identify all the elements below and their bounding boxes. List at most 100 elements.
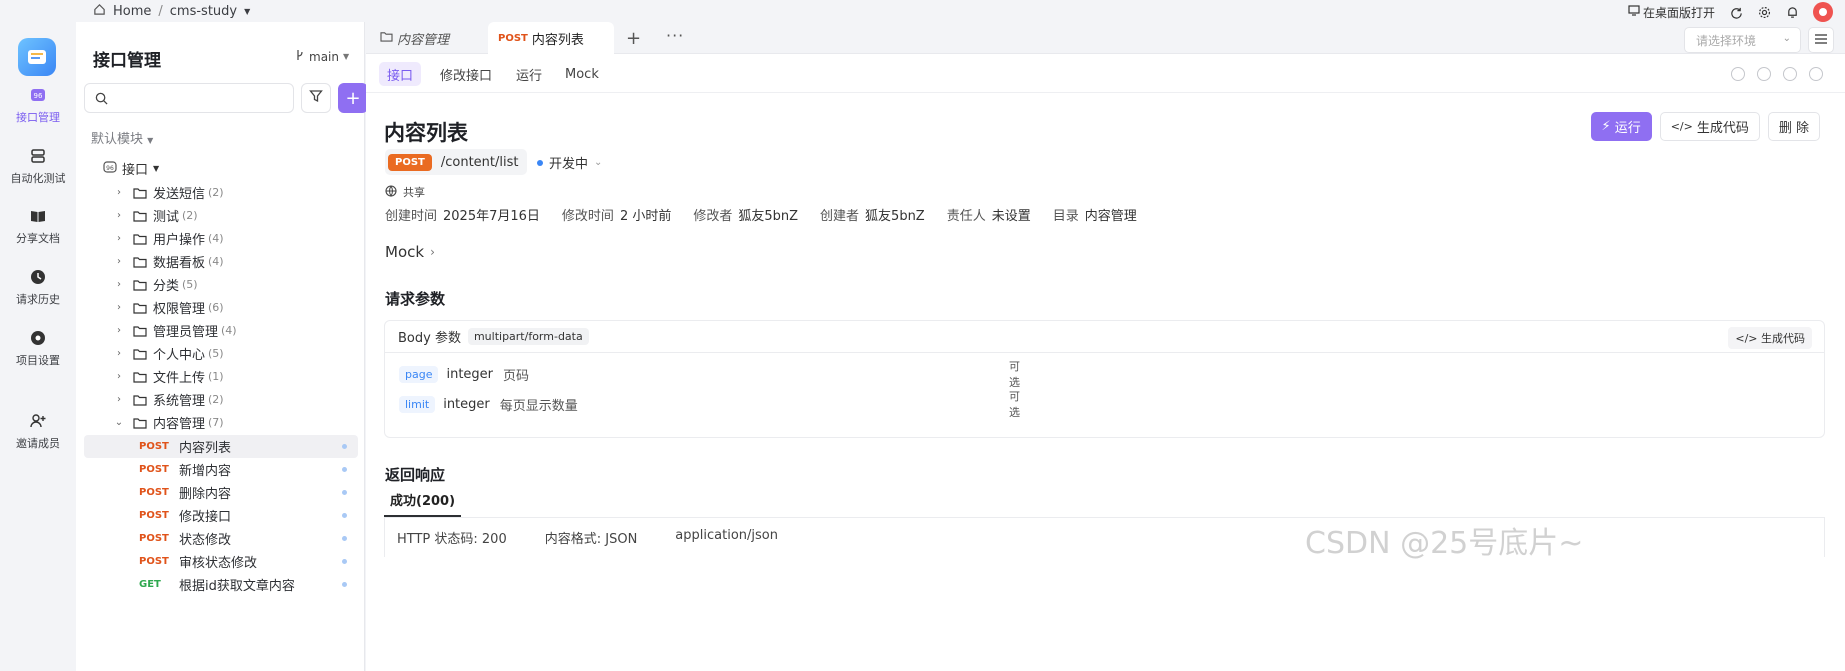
status-label: 开发中 <box>549 157 589 172</box>
new-tab-button[interactable]: + <box>626 28 641 49</box>
chevron-right-icon[interactable]: › <box>113 302 125 313</box>
param-row: limit integer 每页显示数量 可选 <box>399 390 1020 419</box>
folder-item[interactable]: › 测试 (2) <box>76 204 365 227</box>
meta-modified: 修改时间 2 小时前 <box>561 209 672 224</box>
app-logo[interactable] <box>18 38 56 76</box>
api-title: 内容列表 <box>384 121 468 145</box>
folder-item[interactable]: › 用户操作 (4) <box>76 227 365 250</box>
rail-item-history[interactable]: 请求历史 <box>0 268 76 307</box>
chevron-right-icon[interactable]: › <box>113 371 125 382</box>
api-item[interactable]: POST 状态修改 <box>84 527 358 550</box>
status-selector[interactable]: 开发中 ⌄ <box>537 153 602 172</box>
chevron-down-icon[interactable]: ⌄ <box>113 417 125 428</box>
folder-item[interactable]: › 分类 (5) <box>76 273 365 296</box>
chevron-right-icon[interactable]: › <box>113 394 125 405</box>
api-icon: 96 <box>103 160 117 178</box>
subtab-api[interactable]: 接口 <box>379 62 422 86</box>
api-item-selected[interactable]: POST 内容列表 <box>84 435 358 458</box>
tab-folder[interactable]: 内容管理 <box>378 22 472 54</box>
api-name: 删除内容 <box>179 487 232 502</box>
api-item[interactable]: POST 新增内容 <box>84 458 358 481</box>
folder-name: 用户操作 <box>153 233 206 248</box>
status-dot <box>537 159 543 166</box>
more-icon[interactable]: ··· <box>666 26 684 45</box>
breadcrumb-home[interactable]: Home <box>113 4 151 19</box>
open-desktop-link[interactable]: 在桌面版打开 <box>1628 4 1715 21</box>
share-icon[interactable] <box>1757 67 1771 81</box>
filter-button[interactable] <box>301 83 331 113</box>
rail-item-invite-members[interactable]: 邀请成员 <box>0 412 76 451</box>
chevron-right-icon[interactable]: › <box>113 279 125 290</box>
api-item[interactable]: GET 根据id获取文章内容 <box>84 573 358 596</box>
environment-select[interactable]: 请选择环境 ⌄ <box>1684 27 1801 53</box>
meta-owner: 责任人 未设置 <box>946 209 1031 224</box>
menu-button[interactable] <box>1808 27 1834 53</box>
request-params-title: 请求参数 <box>385 290 446 308</box>
folder-item[interactable]: › 发送短信 (2) <box>76 181 365 204</box>
api-item[interactable]: POST 删除内容 <box>84 481 358 504</box>
tab-active-api[interactable]: POST 内容列表 <box>488 22 614 54</box>
params-generate-code-button[interactable]: </> 生成代码 <box>1728 327 1812 349</box>
chevron-right-icon[interactable]: › <box>113 256 125 267</box>
chevron-right-icon[interactable]: › <box>113 233 125 244</box>
chevron-right-icon[interactable]: › <box>113 348 125 359</box>
chevron-right-icon[interactable]: › <box>113 325 125 336</box>
rail-item-automation[interactable]: 自动化测试 <box>0 147 76 186</box>
tree-root-api[interactable]: 96 接口 ▼ <box>103 159 159 178</box>
rail-label: 请求历史 <box>16 293 60 306</box>
top-bar: Home / cms-study ▼ 在桌面版打开 <box>0 0 1845 22</box>
home-icon[interactable] <box>93 3 106 20</box>
mock-section-toggle[interactable]: Mock › <box>385 243 435 261</box>
add-button[interactable]: + <box>338 83 368 113</box>
chevron-right-icon[interactable]: › <box>113 210 125 221</box>
rail-item-share-docs[interactable]: 分享文档 <box>0 207 76 246</box>
branch-selector[interactable]: main ▼ <box>295 49 349 64</box>
module-selector[interactable]: 默认模块 ▼ <box>91 128 153 147</box>
api-name: 审核状态修改 <box>179 556 258 571</box>
chevron-right-icon[interactable]: › <box>113 187 125 198</box>
breadcrumb-project[interactable]: cms-study <box>170 4 237 19</box>
link-icon[interactable] <box>1783 67 1797 81</box>
api-item[interactable]: POST 审核状态修改 <box>84 550 358 573</box>
svg-text:96: 96 <box>106 165 114 172</box>
folder-count: (7) <box>208 416 224 429</box>
refresh-icon[interactable] <box>1729 5 1743 19</box>
settings-icon[interactable] <box>1809 67 1823 81</box>
response-tab-200[interactable]: 成功(200) <box>384 483 462 517</box>
folder-icon <box>133 187 147 199</box>
folder-item[interactable]: › 权限管理 (6) <box>76 296 365 319</box>
rail-item-api-management[interactable]: 96 接口管理 <box>0 86 76 125</box>
run-button[interactable]: ⚡ 运行 <box>1590 112 1652 141</box>
folder-item[interactable]: › 系统管理 (2) <box>76 388 365 411</box>
open-desktop-label: 在桌面版打开 <box>1642 5 1715 20</box>
rail-item-project-settings[interactable]: 项目设置 <box>0 329 76 368</box>
param-row: page integer 页码 可选 <box>399 360 1020 389</box>
lightning-icon: ⚡ <box>1601 119 1611 134</box>
history-icon[interactable] <box>1731 67 1745 81</box>
api-item[interactable]: POST 修改接口 <box>84 504 358 527</box>
status-dot <box>342 444 347 449</box>
chevron-down-icon: ⌄ <box>594 157 603 168</box>
gear-icon[interactable] <box>1757 5 1771 19</box>
share-toggle[interactable]: 共享 <box>385 184 425 200</box>
folder-item-expanded[interactable]: ⌄ 内容管理 (7) <box>76 411 365 434</box>
folder-icon <box>380 31 393 46</box>
response-format: 内容格式: JSON <box>544 532 638 547</box>
folder-item[interactable]: › 文件上传 (1) <box>76 365 365 388</box>
avatar[interactable] <box>1813 2 1833 22</box>
generate-code-button[interactable]: </> 生成代码 <box>1659 112 1760 141</box>
bell-icon[interactable] <box>1785 5 1799 19</box>
delete-button[interactable]: 删 除 <box>1767 112 1820 141</box>
branch-icon <box>295 49 305 64</box>
subtab-run[interactable]: 运行 <box>508 62 550 86</box>
folder-item[interactable]: › 个人中心 (5) <box>76 342 365 365</box>
sidebar-search-input[interactable] <box>84 83 294 113</box>
folder-item[interactable]: › 管理员管理 (4) <box>76 319 365 342</box>
method-badge: GET <box>139 579 161 590</box>
api-name: 修改接口 <box>179 510 232 525</box>
folder-icon <box>133 256 147 268</box>
subtab-mock[interactable]: Mock <box>557 62 607 86</box>
folder-item[interactable]: › 数据看板 (4) <box>76 250 365 273</box>
chevron-down-icon[interactable]: ▼ <box>244 7 250 16</box>
subtab-edit[interactable]: 修改接口 <box>432 62 500 86</box>
